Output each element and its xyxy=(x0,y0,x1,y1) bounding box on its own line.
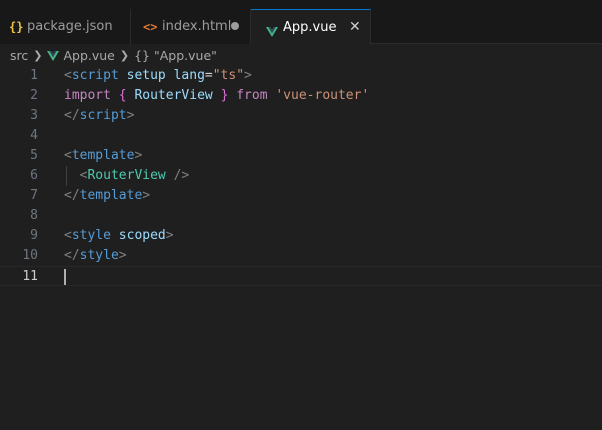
code-token: </ xyxy=(64,248,80,263)
code-token: template xyxy=(79,188,143,203)
vue-icon xyxy=(47,48,60,63)
code-token: > xyxy=(165,228,174,243)
code-line[interactable]: 5 <template> xyxy=(0,146,602,166)
json-file-icon: {} xyxy=(9,19,24,34)
code-token: < xyxy=(64,148,72,163)
chevron-right-icon: ❯ xyxy=(119,48,130,62)
line-number: 2 xyxy=(30,88,38,103)
code-text: import { RouterView } from 'vue-router' xyxy=(64,86,369,106)
code-line[interactable]: 2 import { RouterView } from 'vue-router' xyxy=(0,86,602,106)
code-text: </template> xyxy=(64,186,150,206)
braces-icon: {} xyxy=(134,47,150,63)
breadcrumb-symbol[interactable]: "App.vue" xyxy=(154,48,217,63)
code-text: <script setup lang="ts"> xyxy=(64,66,252,86)
code-line[interactable]: 8 xyxy=(0,206,602,226)
code-token: setup xyxy=(126,68,166,83)
code-text: </style> xyxy=(64,246,127,266)
code-line[interactable]: 9 <style scoped> xyxy=(0,226,602,246)
code-text: </script> xyxy=(64,106,134,126)
code-line[interactable]: 6 <RouterView /> xyxy=(0,166,602,186)
code-line[interactable]: 4 xyxy=(0,126,602,146)
line-number: 4 xyxy=(30,128,38,143)
line-number: 9 xyxy=(30,228,38,243)
code-editor[interactable]: 1 <script setup lang="ts"> 2 import { Route… xyxy=(0,66,602,430)
code-token: from xyxy=(236,88,268,103)
code-token: > xyxy=(244,68,252,83)
tab-label: package.json xyxy=(27,19,113,34)
code-token: script xyxy=(71,68,119,83)
code-token: script xyxy=(79,108,127,123)
unsaved-dot-icon[interactable] xyxy=(231,22,239,30)
tab-bar: {} package.json <> index.html App.vue ✕ xyxy=(0,0,602,45)
tab-label: index.html xyxy=(162,19,232,34)
code-token: lang xyxy=(173,68,205,83)
code-token: style xyxy=(71,228,111,243)
code-token: { xyxy=(118,88,127,103)
close-icon[interactable]: ✕ xyxy=(349,20,361,34)
code-line[interactable]: 10 </style> xyxy=(0,246,602,266)
code-token: </ xyxy=(64,188,80,203)
line-number: 5 xyxy=(30,148,38,163)
breadcrumb-folder[interactable]: src xyxy=(10,48,28,63)
line-number: 1 xyxy=(30,68,38,83)
text-cursor xyxy=(64,269,66,285)
code-token: style xyxy=(79,248,119,263)
tab-app-vue[interactable]: App.vue ✕ xyxy=(251,9,371,45)
code-line[interactable]: 7 </template> xyxy=(0,186,602,206)
code-text: <template> xyxy=(64,146,142,166)
breadcrumb: src ❯ App.vue ❯ {} "App.vue" xyxy=(0,44,602,66)
code-token: "ts" xyxy=(212,68,245,83)
line-number: 6 xyxy=(30,168,38,183)
line-number: 10 xyxy=(22,248,38,263)
line-number: 7 xyxy=(30,188,38,203)
code-token: > xyxy=(126,108,135,123)
code-token: > xyxy=(134,148,143,163)
code-token: </ xyxy=(64,108,80,123)
code-token: = xyxy=(204,68,213,83)
code-token: template xyxy=(71,148,135,163)
breadcrumb-file[interactable]: App.vue xyxy=(63,48,114,63)
code-token: < xyxy=(64,68,72,83)
html-file-icon: <> xyxy=(143,19,158,34)
tab-index-html[interactable]: <> index.html xyxy=(131,9,251,44)
code-token: > xyxy=(142,188,151,203)
line-number: 8 xyxy=(30,208,38,223)
tab-package-json[interactable]: {} package.json xyxy=(0,9,131,44)
code-text: <RouterView /> xyxy=(64,166,190,186)
code-token: RouterView xyxy=(87,168,166,183)
code-token: > xyxy=(118,248,127,263)
tab-label: App.vue xyxy=(283,20,337,35)
code-token: RouterView xyxy=(134,88,213,103)
line-number: 11 xyxy=(22,269,38,284)
code-token: < xyxy=(64,228,72,243)
editor-window: {} package.json <> index.html App.vue ✕ … xyxy=(0,0,602,430)
code-line[interactable]: 3 </script> xyxy=(0,106,602,126)
code-token: /> xyxy=(173,168,190,183)
code-token: 'vue-router' xyxy=(275,88,370,103)
code-line[interactable]: 11 xyxy=(0,266,602,286)
vue-icon xyxy=(266,21,278,40)
code-token: import xyxy=(64,88,111,103)
code-token: scoped xyxy=(118,228,166,243)
code-text: <style scoped> xyxy=(64,226,174,246)
line-number: 3 xyxy=(30,108,38,123)
chevron-right-icon: ❯ xyxy=(33,48,43,62)
code-line[interactable]: 1 <script setup lang="ts"> xyxy=(0,66,602,86)
